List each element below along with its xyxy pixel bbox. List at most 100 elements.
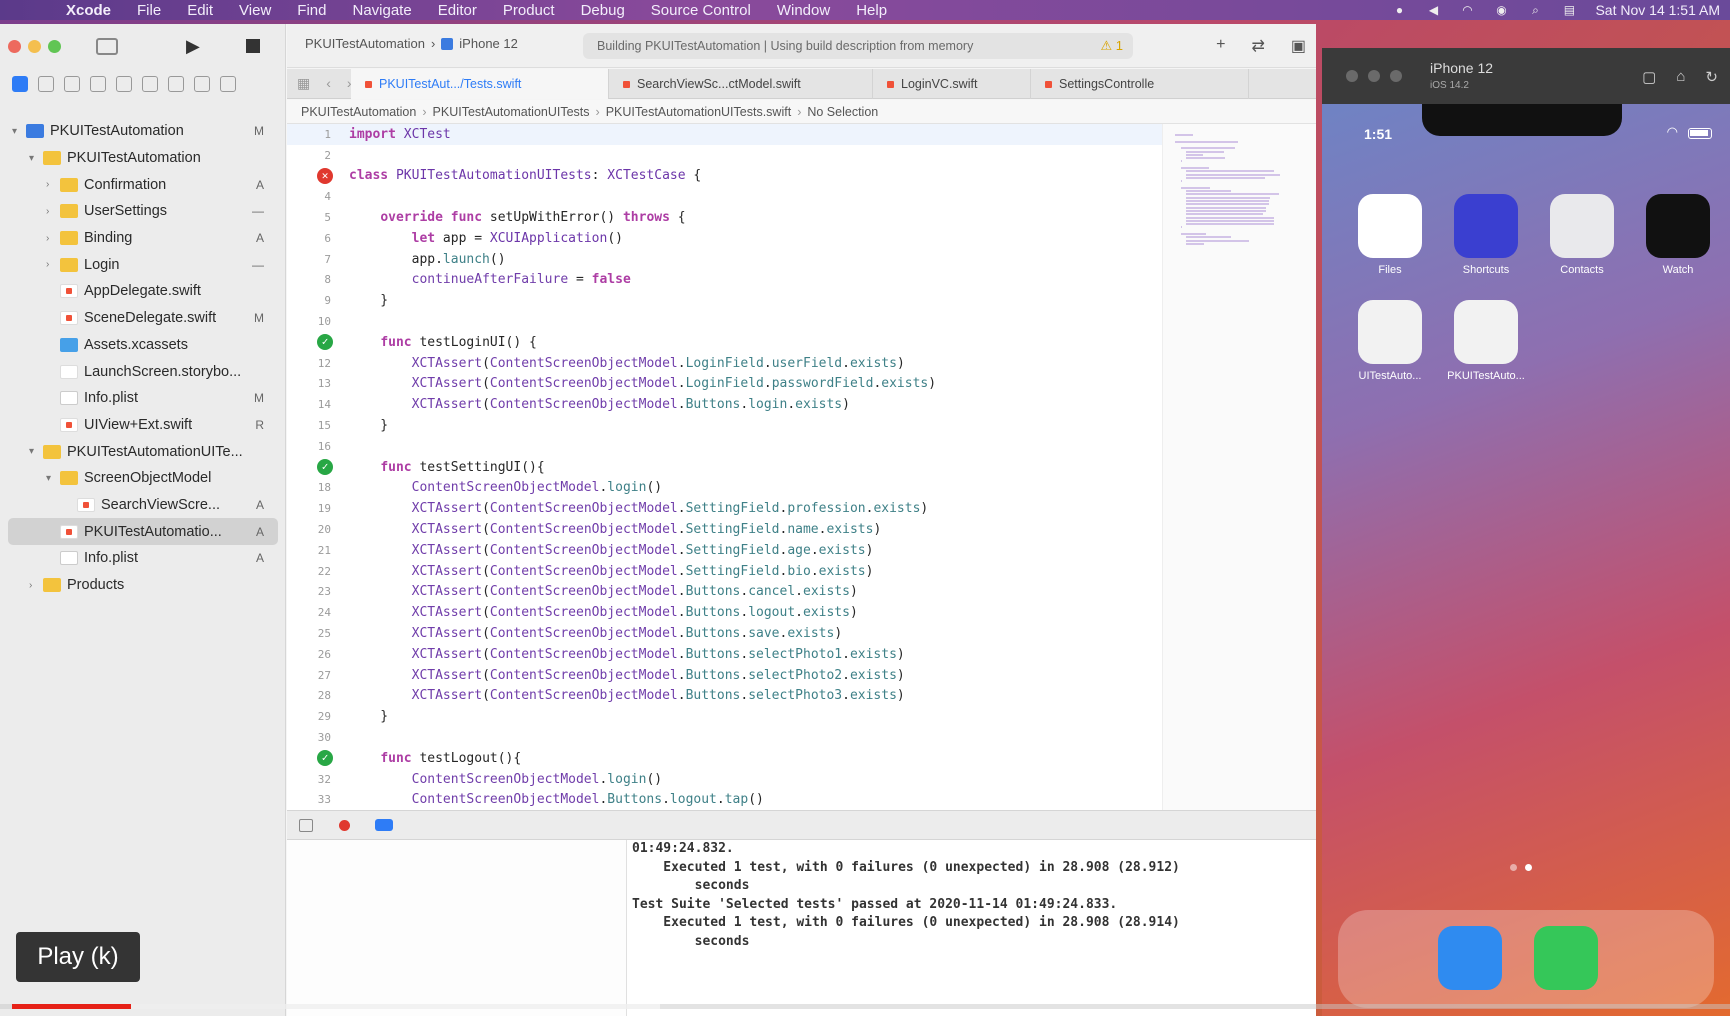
code-line[interactable]: 19 XCTAssert(ContentScreenObjectModel.Se… bbox=[287, 498, 1162, 519]
symbol-navigator-tab-icon[interactable] bbox=[64, 76, 80, 92]
code-line[interactable]: 14 XCTAssert(ContentScreenObjectModel.Bu… bbox=[287, 394, 1162, 415]
code-line[interactable]: 20 XCTAssert(ContentScreenObjectModel.Se… bbox=[287, 519, 1162, 540]
chevron-down-icon[interactable]: ▾ bbox=[12, 126, 17, 137]
navigator-item[interactable]: AppDelegate.swift bbox=[0, 278, 286, 305]
run-button[interactable]: ▶ bbox=[186, 36, 200, 57]
tab-uitests[interactable]: PKUITestAut.../Tests.swift bbox=[351, 69, 609, 99]
code-line[interactable]: 30 bbox=[287, 727, 1162, 748]
debug-navigator-tab-icon[interactable] bbox=[168, 76, 184, 92]
jumpbar-project[interactable]: PKUITestAutomation bbox=[301, 105, 416, 119]
code-line[interactable]: 2 bbox=[287, 145, 1162, 166]
close-window-button[interactable] bbox=[1346, 70, 1358, 82]
record-icon[interactable]: ● bbox=[1391, 3, 1407, 17]
warning-badge[interactable]: ⚠ 1 bbox=[1100, 38, 1123, 54]
navigator-item[interactable]: SceneDelegate.swift M bbox=[0, 305, 286, 332]
jumpbar-group[interactable]: PKUITestAutomationUITests bbox=[433, 105, 590, 119]
navigator-item[interactable]: PKUITestAutomatio... A bbox=[8, 518, 278, 545]
zoom-window-button[interactable] bbox=[48, 40, 61, 53]
menu-item-help[interactable]: Help bbox=[856, 2, 887, 19]
code-line[interactable]: 25 XCTAssert(ContentScreenObjectModel.Bu… bbox=[287, 623, 1162, 644]
code-line[interactable]: 4 bbox=[287, 186, 1162, 207]
close-window-button[interactable] bbox=[8, 40, 21, 53]
activity-view[interactable]: Building PKUITestAutomation | Using buil… bbox=[583, 33, 1133, 59]
navigator-item[interactable]: › Binding A bbox=[0, 225, 286, 252]
scheme-name[interactable]: PKUITestAutomation bbox=[305, 36, 425, 51]
test-navigator-tab-icon[interactable] bbox=[142, 76, 158, 92]
navigator-item[interactable]: Info.plist M bbox=[0, 385, 286, 412]
hide-debug-area-icon[interactable] bbox=[299, 819, 313, 832]
code-line[interactable]: 15 } bbox=[287, 415, 1162, 436]
find-navigator-tab-icon[interactable] bbox=[90, 76, 106, 92]
code-line[interactable]: 24 XCTAssert(ContentScreenObjectModel.Bu… bbox=[287, 602, 1162, 623]
code-line[interactable]: 9 } bbox=[287, 290, 1162, 311]
video-progress-bar[interactable] bbox=[0, 1004, 1730, 1009]
menu-item-view[interactable]: View bbox=[239, 2, 271, 19]
menu-item-find[interactable]: Find bbox=[297, 2, 326, 19]
app-icon[interactable] bbox=[1550, 194, 1614, 258]
code-line[interactable]: 31✓ func testLogout(){ bbox=[287, 748, 1162, 769]
navigator-item[interactable]: Info.plist A bbox=[0, 545, 286, 572]
stop-button[interactable] bbox=[246, 39, 260, 53]
menu-item-debug[interactable]: Debug bbox=[581, 2, 625, 19]
code-review-icon[interactable]: ⇄ bbox=[1251, 36, 1264, 56]
jumpbar-file[interactable]: PKUITestAutomationUITests.swift bbox=[606, 105, 791, 119]
code-line[interactable]: 22 XCTAssert(ContentScreenObjectModel.Se… bbox=[287, 561, 1162, 582]
code-line[interactable]: 13 XCTAssert(ContentScreenObjectModel.Lo… bbox=[287, 374, 1162, 395]
navigator-item[interactable]: Assets.xcassets bbox=[0, 332, 286, 359]
simulator-screen[interactable]: 1:51 ◠ Files Shortcuts Contacts Watch UITest… bbox=[1322, 48, 1730, 1016]
minimize-window-button[interactable] bbox=[28, 40, 41, 53]
menu-item-editor[interactable]: Editor bbox=[438, 2, 477, 19]
navigator-item[interactable]: › UserSettings — bbox=[0, 198, 286, 225]
continue-icon[interactable] bbox=[375, 819, 393, 831]
home-icon[interactable]: ⌂ bbox=[1676, 68, 1685, 86]
navigator-item[interactable]: ▾ PKUITestAutomation M bbox=[0, 118, 286, 145]
menu-item-navigate[interactable]: Navigate bbox=[352, 2, 411, 19]
code-line[interactable]: 8 continueAfterFailure = false bbox=[287, 270, 1162, 291]
menu-item-edit[interactable]: Edit bbox=[187, 2, 213, 19]
navigator-item[interactable]: › Products bbox=[0, 572, 286, 599]
code-line[interactable]: 7 app.launch() bbox=[287, 249, 1162, 270]
code-line[interactable]: 28 XCTAssert(ContentScreenObjectModel.Bu… bbox=[287, 686, 1162, 707]
code-line[interactable]: 17✓ func testSettingUI(){ bbox=[287, 457, 1162, 478]
code-line[interactable]: 1 import XCTest bbox=[287, 124, 1162, 145]
project-navigator-tab-icon[interactable] bbox=[12, 76, 28, 92]
zoom-window-button[interactable] bbox=[1390, 70, 1402, 82]
safari-app-icon[interactable] bbox=[1438, 926, 1502, 990]
code-line[interactable]: 29 } bbox=[287, 706, 1162, 727]
minimap[interactable] bbox=[1162, 124, 1316, 810]
code-line[interactable]: 10 bbox=[287, 311, 1162, 332]
app-icon[interactable] bbox=[1454, 194, 1518, 258]
scheme-selector[interactable]: PKUITestAutomation › iPhone 12 bbox=[305, 36, 518, 51]
navigator-item[interactable]: SearchViewScre... A bbox=[0, 492, 286, 519]
sidebar-toggle-icon[interactable] bbox=[96, 38, 118, 55]
code-line[interactable]: 21 XCTAssert(ContentScreenObjectModel.Se… bbox=[287, 540, 1162, 561]
issue-navigator-tab-icon[interactable] bbox=[116, 76, 132, 92]
code-line[interactable]: 23 XCTAssert(ContentScreenObjectModel.Bu… bbox=[287, 582, 1162, 603]
code-line[interactable]: 12 XCTAssert(ContentScreenObjectModel.Lo… bbox=[287, 353, 1162, 374]
breakpoint-navigator-tab-icon[interactable] bbox=[194, 76, 210, 92]
source-control-tab-icon[interactable] bbox=[38, 76, 54, 92]
navigator-item[interactable]: › Confirmation A bbox=[0, 171, 286, 198]
code-line[interactable]: 16 bbox=[287, 436, 1162, 457]
code-line[interactable]: 11✓ func testLoginUI() { bbox=[287, 332, 1162, 353]
menu-item-file[interactable]: File bbox=[137, 2, 161, 19]
chevron-right-icon[interactable]: › bbox=[29, 580, 32, 591]
navigator-item[interactable]: ▾ PKUITestAutomationUITe... bbox=[0, 438, 286, 465]
menu-item-window[interactable]: Window bbox=[777, 2, 830, 19]
chevron-down-icon[interactable]: ▾ bbox=[29, 153, 34, 164]
minimize-window-button[interactable] bbox=[1368, 70, 1380, 82]
code-line[interactable]: 27 XCTAssert(ContentScreenObjectModel.Bu… bbox=[287, 665, 1162, 686]
code-line[interactable]: 26 XCTAssert(ContentScreenObjectModel.Bu… bbox=[287, 644, 1162, 665]
tab-settingscontroller[interactable]: SettingsControlle bbox=[1031, 69, 1249, 99]
chevron-right-icon[interactable]: › bbox=[46, 206, 49, 217]
source-editor[interactable]: 1import XCTest23✕class PKUITestAutomatio… bbox=[287, 124, 1162, 828]
chevron-right-icon[interactable]: › bbox=[46, 179, 49, 190]
tab-searchviewscreen[interactable]: SearchViewSc...ctModel.swift bbox=[609, 69, 873, 99]
navigator-item[interactable]: ▾ PKUITestAutomation bbox=[0, 145, 286, 172]
code-line[interactable]: 3✕class PKUITestAutomationUITests: XCTes… bbox=[287, 166, 1162, 187]
app-icon[interactable] bbox=[1646, 194, 1710, 258]
menu-app-name[interactable]: Xcode bbox=[66, 2, 111, 19]
grid-icon[interactable]: ▦ bbox=[297, 75, 310, 92]
control-center-icon[interactable]: ▤ bbox=[1561, 3, 1577, 17]
menu-clock[interactable]: Sat Nov 14 1:51 AM bbox=[1595, 2, 1720, 18]
